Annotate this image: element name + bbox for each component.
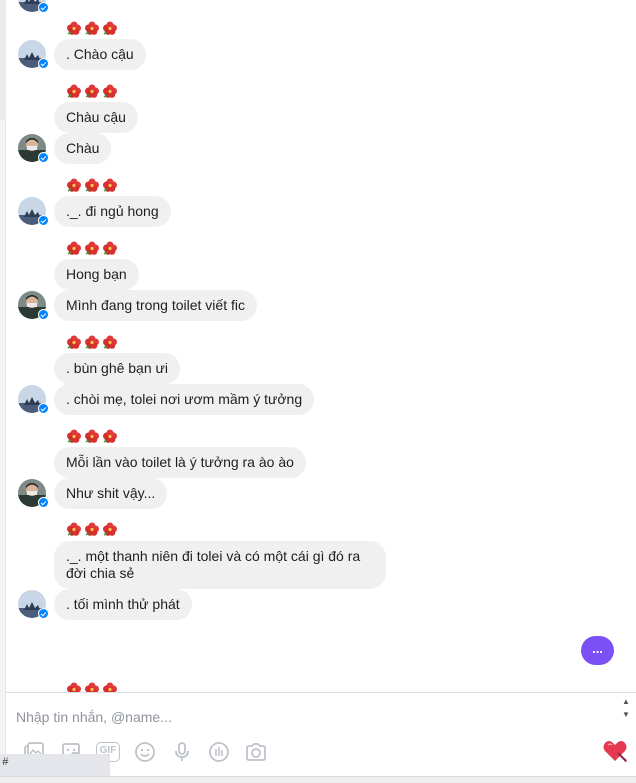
message-input[interactable] [16, 709, 576, 725]
message-bubble[interactable]: Như shit vậy... [54, 478, 168, 509]
flower-emoji-row [66, 20, 118, 38]
flower-emoji-row [66, 334, 118, 352]
hibiscus-icon [84, 681, 100, 692]
emoji-icon[interactable] [133, 740, 157, 764]
messenger-badge-icon [38, 152, 49, 163]
taskbar-fragment: # [0, 754, 110, 776]
scroll-down-arrow-icon[interactable]: ▼ [620, 708, 632, 721]
flower-emoji-row [66, 177, 118, 195]
avatar-friend[interactable] [18, 385, 49, 414]
hibiscus-icon [66, 177, 82, 193]
typing-indicator-button[interactable]: ... [581, 636, 614, 665]
message-bubble[interactable]: ._. đi ngủ hong [54, 196, 171, 227]
flower-emoji-row [66, 83, 118, 101]
hibiscus-icon [84, 83, 100, 99]
camera-icon[interactable] [244, 740, 268, 764]
flower-emoji-row [66, 681, 118, 692]
scroll-up-arrow-icon[interactable]: ▲ [620, 695, 632, 708]
hibiscus-icon [84, 428, 100, 444]
avatar-user[interactable] [18, 291, 49, 320]
taskbar-text: # [2, 757, 9, 769]
heart-reaction-icon[interactable] [602, 739, 628, 763]
hibiscus-icon [102, 334, 118, 350]
avatar-friend[interactable] [18, 0, 49, 13]
message-bubble[interactable]: Chàu [54, 133, 112, 164]
messenger-badge-icon [38, 2, 49, 13]
hibiscus-icon [102, 240, 118, 256]
message-bubble[interactable]: Mình đang trong toilet viết fic [54, 290, 257, 321]
hibiscus-icon [66, 83, 82, 99]
hibiscus-icon [66, 20, 82, 36]
message-bubble[interactable]: Hong bạn [54, 259, 139, 290]
hibiscus-icon [102, 20, 118, 36]
audio-clip-icon[interactable] [207, 740, 231, 764]
messenger-badge-icon [38, 309, 49, 320]
hibiscus-icon [84, 334, 100, 350]
hibiscus-icon [102, 521, 118, 537]
hibiscus-icon [66, 681, 82, 692]
hibiscus-icon [102, 83, 118, 99]
hibiscus-icon [66, 428, 82, 444]
flower-emoji-row [66, 521, 118, 539]
message-bubble[interactable]: . chòi mẹ, tolei nơi ươm mầm ý tưởng [54, 384, 315, 415]
hibiscus-icon [84, 20, 100, 36]
hibiscus-icon [102, 681, 118, 692]
message-bubble[interactable]: . tối mình thử phát [54, 589, 192, 620]
avatar-friend[interactable] [18, 40, 49, 69]
chat-message-list[interactable]: . Chào cậu Chàu cậu Chàu ._. đi ngủ hong… [6, 0, 636, 692]
hibiscus-icon [84, 521, 100, 537]
message-bubble[interactable]: Chàu cậu [54, 102, 138, 133]
avatar-user[interactable] [18, 134, 49, 163]
message-bubble[interactable]: . bùn ghê bạn ưi [54, 353, 181, 384]
hibiscus-icon [84, 240, 100, 256]
messenger-badge-icon [38, 608, 49, 619]
hibiscus-icon [102, 177, 118, 193]
messenger-badge-icon [38, 497, 49, 508]
message-bubble[interactable]: Mỗi lần vào toilet là ý tưởng ra ào ào [54, 447, 306, 478]
flower-emoji-row [66, 428, 118, 446]
message-bubble[interactable]: ._. một thanh niên đi tolei và có một cá… [54, 541, 386, 589]
messenger-badge-icon [38, 403, 49, 414]
microphone-icon[interactable] [170, 740, 194, 764]
messenger-badge-icon [38, 58, 49, 69]
avatar-friend[interactable] [18, 590, 49, 619]
hibiscus-icon [66, 334, 82, 350]
hibiscus-icon [84, 177, 100, 193]
input-scrollbar[interactable]: ▲ ▼ [620, 695, 632, 725]
bottom-strip [0, 776, 636, 783]
avatar-friend[interactable] [18, 197, 49, 226]
message-bubble[interactable]: . Chào cậu [54, 39, 146, 70]
hibiscus-icon [66, 240, 82, 256]
flower-emoji-row [66, 240, 118, 258]
avatar-user[interactable] [18, 479, 49, 508]
hibiscus-icon [66, 521, 82, 537]
messenger-badge-icon [38, 215, 49, 226]
hibiscus-icon [102, 428, 118, 444]
